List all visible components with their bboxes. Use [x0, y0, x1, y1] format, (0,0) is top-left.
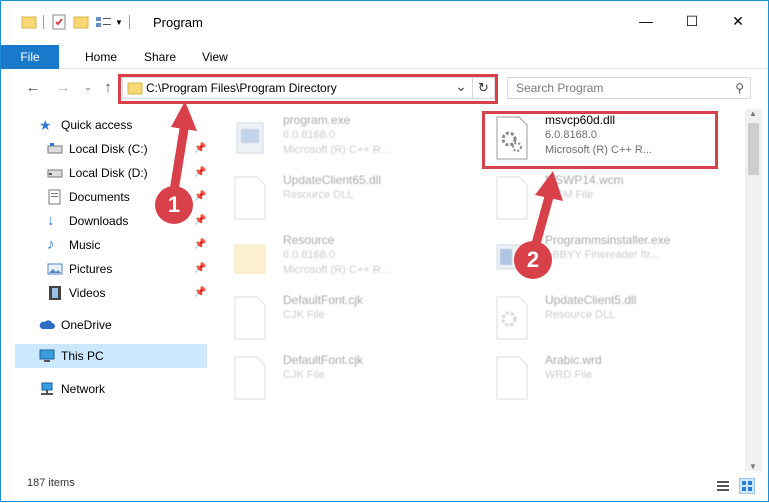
step-badge-1: 1	[155, 186, 193, 224]
step-badge-2: 2	[514, 241, 552, 279]
explorer-window: ▼ Program — ☐ ✕ File Home Share View ← →…	[0, 0, 769, 502]
annotation-arrows	[168, 101, 563, 256]
